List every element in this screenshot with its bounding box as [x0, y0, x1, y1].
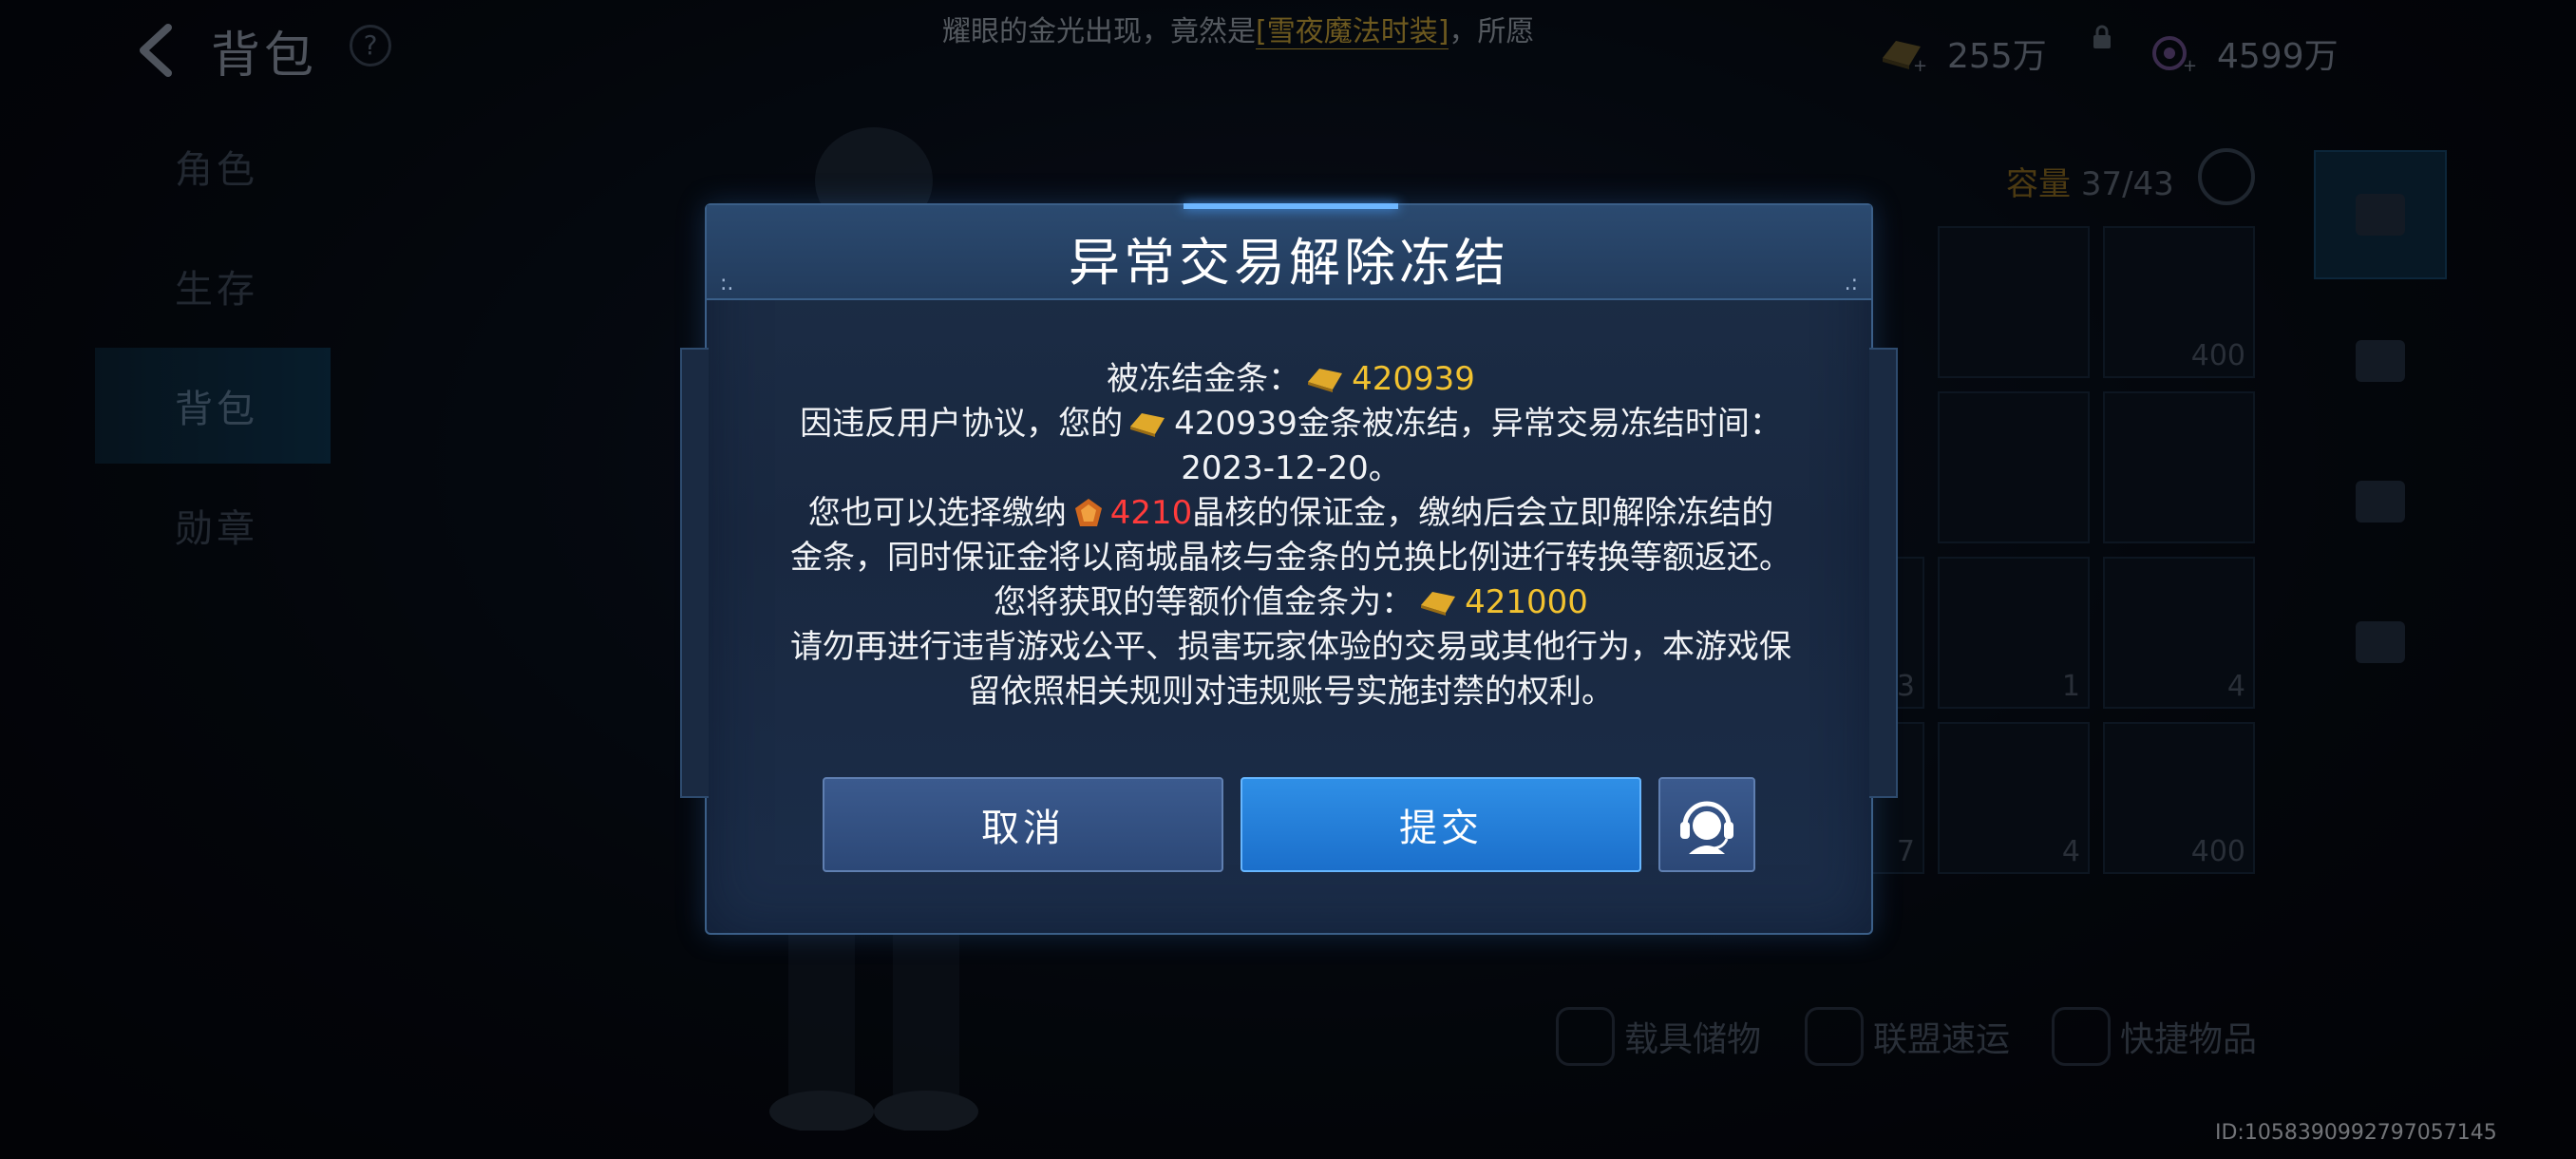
frozen-amount: 420939: [1352, 360, 1475, 398]
headset-icon: [1680, 801, 1733, 854]
reason-amount: 420939: [1174, 405, 1297, 443]
reason-text-end: 金条被冻结，异常交易冻结时间：: [1297, 405, 1782, 443]
deposit-text: 您也可以选择缴纳: [807, 494, 1067, 532]
refund-line: 金条，同时保证金将以商城晶核与金条的兑换比例进行转换等额返还。: [790, 539, 1791, 577]
receive-text: 您将获取的等额价值金条为：: [994, 583, 1414, 621]
freeze-date: 2023-12-20。: [1181, 449, 1401, 487]
dialog-message: 被冻结金条： 420939 因违反用户协议，您的 420939金条被冻结，异常交易冻…: [745, 357, 1837, 714]
dialog-title: 异常交易解除冻结: [1069, 233, 1509, 293]
receive-line: 您将获取的等额价值金条为： 421000: [745, 580, 1837, 625]
customer-service-button[interactable]: [1658, 777, 1755, 872]
frozen-line: 被冻结金条： 420939: [745, 357, 1837, 402]
deposit-amount: 4210: [1109, 494, 1193, 532]
dialog-header: 异常交易解除冻结 :. .:: [707, 203, 1871, 300]
deposit-text-end: 晶核的保证金，缴纳后会立即解除冻结的: [1192, 494, 1774, 532]
reason-text: 因违反用户协议，您的: [800, 405, 1124, 443]
corner-dots: .:: [1844, 272, 1858, 295]
warning-line-1: 请勿再进行违背游戏公平、损害玩家体验的交易或其他行为，本游戏保: [790, 628, 1791, 666]
reason-line: 因违反用户协议，您的 420939金条被冻结，异常交易冻结时间：: [745, 402, 1837, 446]
gold-bar-icon: [1130, 413, 1165, 437]
unfreeze-dialog: 异常交易解除冻结 :. .: 被冻结金条： 420939 因违反用户协议，您的 42…: [680, 203, 1898, 935]
corner-dots: :.: [720, 272, 734, 295]
gold-bar-icon: [1421, 592, 1456, 616]
cancel-button[interactable]: 取消: [823, 777, 1223, 872]
deposit-line: 您也可以选择缴纳 4210晶核的保证金，缴纳后会立即解除冻结的: [745, 491, 1837, 536]
gold-bar-icon: [1308, 369, 1343, 392]
frozen-label: 被冻结金条：: [1107, 360, 1301, 398]
submit-button[interactable]: 提交: [1241, 777, 1641, 872]
warning-line-2: 留依照相关规则对违规账号实施封禁的权利。: [968, 673, 1614, 711]
crystal-core-icon: [1074, 499, 1102, 526]
header-glow: [1184, 203, 1398, 209]
receive-amount: 421000: [1465, 583, 1588, 621]
